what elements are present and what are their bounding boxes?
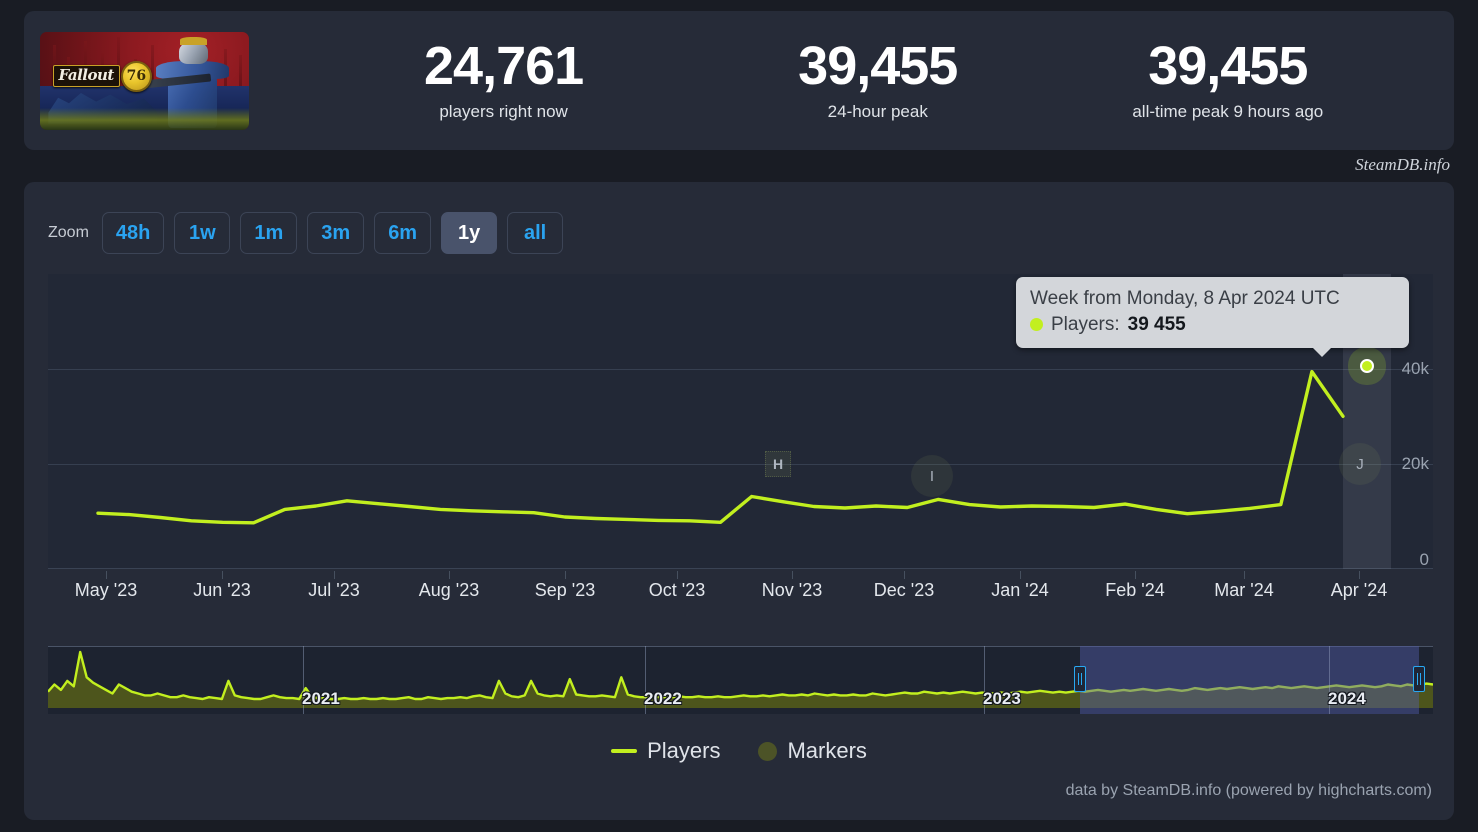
- zoom-range-selector: Zoom 48h 1w 1m 3m 6m 1y all: [48, 212, 564, 254]
- vault-76-badge: 76: [120, 60, 152, 92]
- navigator-year-2022: 2022: [644, 689, 682, 708]
- stat-label: players right now: [439, 102, 568, 122]
- stat-value: 39,455: [1148, 35, 1308, 96]
- stat-24-hour-peak: 39,455 24-hour peak: [798, 35, 958, 122]
- zoom-button-3m[interactable]: 3m: [307, 212, 365, 254]
- marker-circle-j[interactable]: J: [1339, 443, 1381, 485]
- tooltip-series-dot-icon: [1030, 318, 1043, 332]
- chart-credit: data by SteamDB.info (powered by highcha…: [1065, 782, 1432, 799]
- navigator-handle-left[interactable]: [1073, 666, 1086, 692]
- legend-label: Markers: [787, 738, 867, 763]
- stat-value: 24,761: [424, 35, 584, 96]
- x-axis-label-6: Nov '23: [761, 580, 823, 600]
- stat-group: 24,761 players right now 39,455 24-hour …: [249, 35, 1454, 122]
- x-axis-label-10: Mar '24: [1214, 580, 1274, 600]
- navigator-handle-right[interactable]: [1413, 666, 1426, 692]
- highlighted-data-point[interactable]: [1360, 359, 1374, 373]
- zoom-button-1m[interactable]: 1m: [240, 212, 298, 254]
- x-axis-label-8: Jan '24: [991, 580, 1049, 600]
- legend-item-players[interactable]: Players: [611, 738, 720, 764]
- stat-label: 24-hour peak: [827, 102, 928, 122]
- game-capsule-image[interactable]: Fallout 76: [40, 31, 249, 130]
- stat-all-time-peak: 39,455 all-time peak 9 hours ago: [1132, 35, 1324, 122]
- navigator-year-2021: 2021: [302, 689, 340, 708]
- legend-item-markers[interactable]: Markers: [758, 738, 867, 764]
- x-axis-label-11: Apr '24: [1330, 580, 1388, 600]
- x-axis: May '23 Jun '23 Jul '23 Aug '23 Sep '23 …: [48, 571, 1433, 610]
- legend-label: Players: [647, 738, 721, 763]
- navigator-year-2024: 2024: [1328, 689, 1366, 708]
- legend-line-icon: [611, 749, 638, 753]
- stat-value: 39,455: [798, 35, 958, 96]
- zoom-button-1y[interactable]: 1y: [441, 212, 498, 254]
- zoom-button-all[interactable]: all: [507, 212, 564, 254]
- tooltip-title: Week from Monday, 8 Apr 2024 UTC: [1030, 288, 1340, 309]
- marker-flag-h[interactable]: H: [765, 451, 791, 477]
- marker-circle-j-label: J: [1356, 455, 1364, 473]
- stat-players-right-now: 24,761 players right now: [424, 35, 584, 122]
- legend-dot-icon: [758, 741, 778, 761]
- chart-legend: Players Markers: [24, 738, 1454, 764]
- zoom-button-48h[interactable]: 48h: [101, 212, 165, 254]
- steamdb-chart-page: Fallout 76 24,761 players right now 39,4…: [0, 0, 1478, 832]
- x-axis-label-2: Jul '23: [308, 580, 360, 600]
- brand-credit: SteamDB.info: [1355, 155, 1450, 174]
- x-axis-label-4: Sep '23: [534, 580, 596, 600]
- capsule-grass: [40, 107, 249, 130]
- x-axis-label-0: May '23: [74, 580, 138, 600]
- chart-navigator[interactable]: 2021 2022 2023 2024: [48, 646, 1433, 714]
- x-axis-label-1: Jun '23: [193, 580, 251, 600]
- marker-circle-i[interactable]: I: [911, 455, 953, 497]
- zoom-label: Zoom: [48, 224, 89, 241]
- marker-flag-h-label: H: [772, 456, 784, 472]
- x-axis-label-9: Feb '24: [1105, 580, 1165, 600]
- x-axis-label-5: Oct '23: [648, 580, 706, 600]
- navigator-year-2023: 2023: [983, 689, 1021, 708]
- tooltip-series-label: Players:: [1051, 313, 1120, 335]
- x-axis-label-7: Dec '23: [873, 580, 935, 600]
- navigator-selected-range[interactable]: [1079, 646, 1420, 714]
- marker-circle-i-label: I: [929, 467, 935, 485]
- tooltip-arrow: [1312, 346, 1332, 357]
- tooltip-series-value: 39 455: [1127, 313, 1186, 335]
- fallout-wordmark: Fallout: [58, 66, 115, 85]
- fallout-76-logo: Fallout 76: [52, 60, 152, 92]
- stats-card: Fallout 76 24,761 players right now 39,4…: [24, 11, 1454, 150]
- x-axis-label-3: Aug '23: [418, 580, 480, 600]
- zoom-button-1w[interactable]: 1w: [174, 212, 231, 254]
- zoom-button-6m[interactable]: 6m: [374, 212, 432, 254]
- vault-number: 76: [126, 68, 147, 85]
- chart-tooltip: Week from Monday, 8 Apr 2024 UTC Players…: [1016, 277, 1409, 357]
- stat-label: all-time peak 9 hours ago: [1132, 102, 1324, 122]
